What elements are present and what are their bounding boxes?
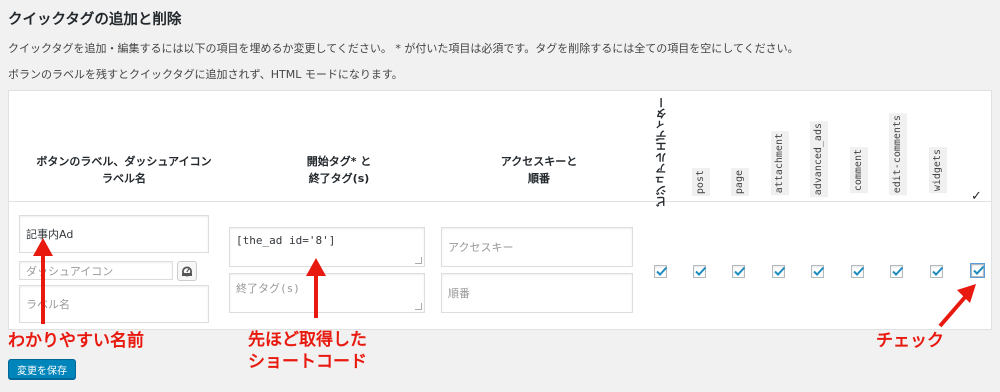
start-tag-field[interactable]: [the_ad id='8'] xyxy=(229,227,425,267)
dashboard-icon xyxy=(182,266,192,277)
header-page: page xyxy=(731,168,749,197)
header-visual-editor: ビジュアルエディター xyxy=(655,97,668,207)
header-tags: 開始タグ* と 終了タグ(s) xyxy=(306,155,372,185)
header-access-key: アクセスキーと 順番 xyxy=(500,155,578,185)
checkbox-attachment[interactable] xyxy=(772,265,786,278)
check-all-icon[interactable]: ✓ xyxy=(971,189,982,204)
checkbox-post[interactable] xyxy=(693,265,707,278)
end-tag-field[interactable]: 終了タグ(s) xyxy=(229,273,425,313)
page-title: クイックタグの追加と削除 xyxy=(8,12,182,28)
button-label-field[interactable]: 記事内Ad xyxy=(19,215,209,253)
description-note: ボランのラベルを残すとクイックタグに追加されず、HTML モードになります。 xyxy=(8,68,403,81)
annotation-check-note: チェック xyxy=(876,331,944,351)
checkbox-select-all[interactable] xyxy=(970,263,985,278)
dashicon-picker-button[interactable] xyxy=(177,261,197,281)
header-comment: comment xyxy=(850,147,868,194)
label-name-field[interactable]: ラベル名 xyxy=(19,285,209,323)
quicktags-table: ボタンのラベル、ダッシュアイコン ラベル名 開始タグ* と 終了タグ(s) アク… xyxy=(8,90,992,330)
annotation-shortcode-note: 先ほど取得した ショートコード xyxy=(248,330,367,372)
checkbox-widgets[interactable] xyxy=(930,265,944,278)
dashicon-field[interactable]: ダッシュアイコン xyxy=(19,261,173,280)
header-widgets: widgets xyxy=(929,147,947,194)
annotation-name-note: わかりやすい名前 xyxy=(8,331,144,351)
header-post: post xyxy=(692,168,710,197)
header-advanced-ads: advanced_ads xyxy=(810,121,828,198)
header-divider xyxy=(9,201,991,202)
header-button-label: ボタンのラベル、ダッシュアイコン ラベル名 xyxy=(36,155,212,185)
save-changes-button[interactable]: 変更を保存 xyxy=(8,359,76,379)
header-attachment: attachment xyxy=(771,131,789,196)
checkbox-comment[interactable] xyxy=(851,265,865,278)
access-key-field[interactable]: アクセスキー xyxy=(441,227,633,267)
order-field[interactable]: 順番 xyxy=(441,273,633,313)
checkbox-edit-comments[interactable] xyxy=(890,265,904,278)
checkbox-advanced-ads[interactable] xyxy=(811,265,825,278)
header-edit-comments: edit-comments xyxy=(889,113,907,196)
checkbox-page[interactable] xyxy=(732,265,746,278)
checkbox-visual-editor[interactable] xyxy=(654,265,668,278)
description-text: クイックタグを追加・編集するには以下の項目を埋めるか変更してください。 * が付… xyxy=(8,42,799,55)
